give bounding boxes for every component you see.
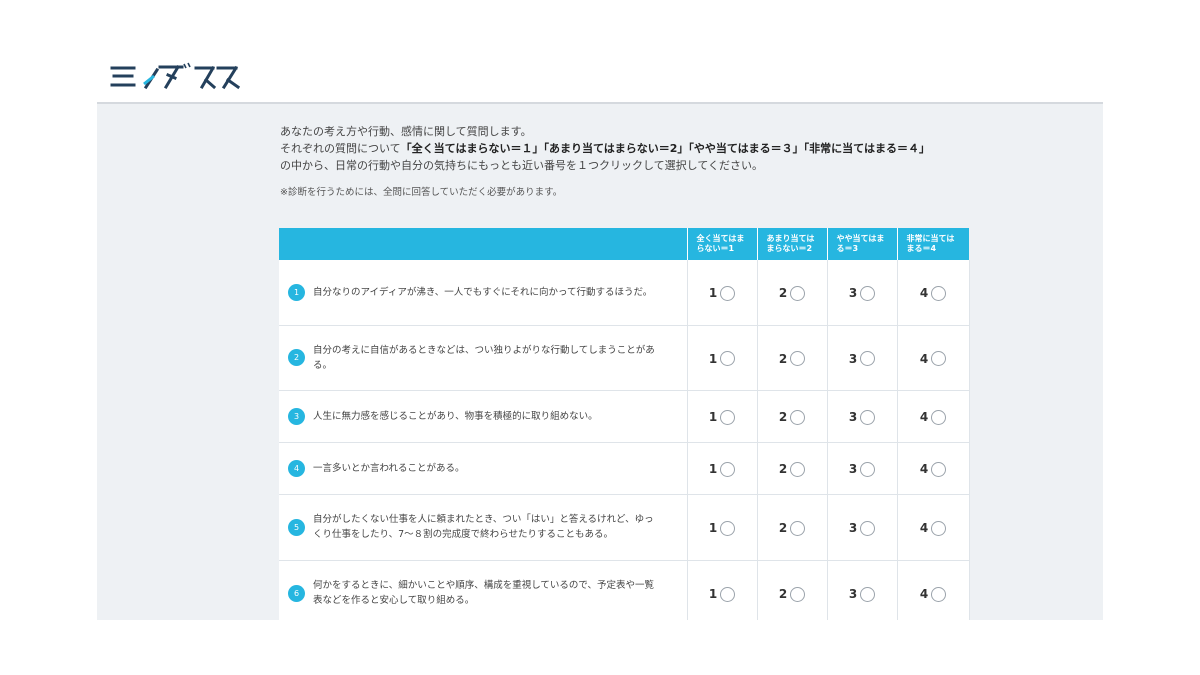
instruction-line-1: あなたの考え方や行動、感情に関して質問します。 (280, 125, 532, 138)
answer-option-1[interactable]: 1 (687, 390, 758, 443)
question-number-badge: 4 (288, 459, 305, 477)
question-cell: 1 自分なりのアイディアが沸き、一人でもすぐにそれに向かって行動するほうだ。 (279, 260, 688, 326)
radio-button[interactable] (860, 461, 876, 477)
radio-button[interactable] (790, 409, 806, 425)
table-row: 1 自分なりのアイディアが沸き、一人でもすぐにそれに向かって行動するほうだ。 1 … (279, 260, 970, 326)
question-number-badge: 2 (288, 349, 305, 366)
radio-button[interactable] (931, 285, 947, 301)
answer-option-4[interactable]: 4 (897, 325, 970, 391)
answer-option-1[interactable]: 1 (687, 494, 758, 561)
answer-option-3[interactable]: 3 (827, 494, 898, 561)
radio-button[interactable] (720, 351, 736, 366)
question-text: 自分がしたくない仕事を人に頼まれたとき、つい「はい」と答えるけれど、ゆっくり仕事… (313, 514, 654, 540)
header-option-1: 全く当てはま らない＝1 (687, 228, 758, 260)
instruction-line-3: の中から、日常の行動や自分の気持ちにもっとも近い番号を１つクリックして選択してく… (280, 159, 764, 172)
radio-button[interactable] (931, 461, 947, 477)
question-text: 一言多いとか言われることがある。 (313, 462, 465, 474)
answer-option-2[interactable]: 2 (757, 494, 828, 561)
table-row: 5 自分がしたくない仕事を人に頼まれたとき、つい「はい」と答えるけれど、ゆっくり仕… (279, 494, 970, 561)
miidas-logo[interactable] (110, 62, 240, 90)
radio-button[interactable] (860, 285, 876, 301)
table-row: 2 自分の考えに自信があるときなどは、つい独りよがりな行動してしまうことがある。 … (279, 325, 970, 391)
question-cell: 3 人生に無力感を感じることがあり、物事を積極的に取り組めない。 (279, 390, 688, 443)
radio-button[interactable] (790, 285, 806, 301)
header-option-4: 非常に当ては まる＝4 (897, 228, 969, 260)
radio-button[interactable] (931, 409, 947, 425)
questionnaire-panel: あなたの考え方や行動、感情に関して質問します。 それぞれの質問について「全く当て… (97, 104, 1103, 620)
radio-button[interactable] (790, 351, 806, 366)
answer-option-4[interactable]: 4 (897, 390, 970, 443)
instruction-prefix: それぞれの質問について (280, 142, 401, 155)
question-number-badge: 6 (288, 584, 305, 602)
answer-option-2[interactable]: 2 (757, 260, 828, 326)
header (97, 0, 1103, 104)
radio-button[interactable] (860, 351, 876, 366)
instructions: あなたの考え方や行動、感情に関して質問します。 それぞれの質問について「全く当て… (280, 123, 1000, 174)
radio-button[interactable] (931, 520, 947, 536)
answer-option-3[interactable]: 3 (827, 560, 898, 620)
answer-option-3[interactable]: 3 (827, 260, 898, 326)
radio-button[interactable] (931, 351, 947, 366)
header-question (279, 228, 688, 260)
answer-option-2[interactable]: 2 (757, 325, 828, 391)
radio-button[interactable] (860, 520, 876, 536)
radio-button[interactable] (720, 285, 736, 301)
answer-scale: 「全く当てはまらない＝１」「あまり当てはまらない＝2」「やや当てはまる＝３」「非… (400, 142, 930, 155)
required-note: ※診断を行うためには、全問に回答していただく必要があります。 (280, 187, 563, 198)
answer-option-1[interactable]: 1 (687, 325, 758, 391)
answer-option-2[interactable]: 2 (757, 390, 828, 443)
radio-button[interactable] (790, 586, 806, 602)
answer-option-3[interactable]: 3 (827, 390, 898, 443)
question-number-badge: 1 (288, 283, 305, 301)
answer-option-3[interactable]: 3 (827, 442, 898, 495)
question-text: 自分の考えに自信があるときなどは、つい独りよがりな行動してしまうことがある。 (313, 344, 655, 371)
radio-button[interactable] (720, 461, 736, 477)
question-table: 全く当てはま らない＝1 あまり当ては まらない＝2 やや当てはま る＝3 非常に当て… (279, 228, 970, 620)
question-cell: 6 何かをするときに、細かいことや順序、構成を重視しているので、予定表や一覧表など… (279, 560, 688, 620)
table-row: 6 何かをするときに、細かいことや順序、構成を重視しているので、予定表や一覧表など… (279, 560, 970, 620)
radio-button[interactable] (720, 409, 736, 425)
radio-button[interactable] (720, 586, 736, 602)
question-text: 何かをするときに、細かいことや順序、構成を重視しているので、予定表や一覧表などを… (313, 580, 655, 606)
question-cell: 2 自分の考えに自信があるときなどは、つい独りよがりな行動してしまうことがある。 (279, 325, 688, 391)
answer-option-1[interactable]: 1 (687, 442, 758, 495)
radio-button[interactable] (790, 461, 806, 477)
answer-option-1[interactable]: 1 (687, 260, 758, 326)
table-row: 4 一言多いとか言われることがある。 1 2 3 4 (279, 442, 970, 495)
answer-option-1[interactable]: 1 (687, 560, 758, 620)
answer-option-4[interactable]: 4 (897, 442, 970, 495)
question-number-badge: 3 (288, 407, 305, 425)
question-text: 人生に無力感を感じることがあり、物事を積極的に取り組めない。 (313, 410, 598, 422)
radio-button[interactable] (790, 520, 806, 536)
instruction-line-2: それぞれの質問について「全く当てはまらない＝１」「あまり当てはまらない＝2」「や… (280, 140, 1000, 157)
radio-button[interactable] (860, 586, 876, 602)
header-option-2: あまり当ては まらない＝2 (757, 228, 828, 260)
header-option-3: やや当てはま る＝3 (827, 228, 898, 260)
answer-option-4[interactable]: 4 (897, 260, 970, 326)
answer-option-2[interactable]: 2 (757, 442, 828, 495)
answer-option-4[interactable]: 4 (897, 494, 970, 561)
answer-option-3[interactable]: 3 (827, 325, 898, 391)
radio-button[interactable] (720, 520, 736, 536)
table-row: 3 人生に無力感を感じることがあり、物事を積極的に取り組めない。 1 2 3 4 (279, 390, 970, 443)
table-header-row: 全く当てはま らない＝1 あまり当ては まらない＝2 やや当てはま る＝3 非常に当て… (279, 228, 969, 260)
question-number-badge: 5 (288, 518, 305, 536)
question-cell: 4 一言多いとか言われることがある。 (279, 442, 688, 495)
answer-option-4[interactable]: 4 (897, 560, 970, 620)
radio-button[interactable] (931, 586, 947, 602)
radio-button[interactable] (860, 409, 876, 425)
question-text: 自分なりのアイディアが沸き、一人でもすぐにそれに向かって行動するほうだ。 (313, 286, 653, 298)
answer-option-2[interactable]: 2 (757, 560, 828, 620)
question-cell: 5 自分がしたくない仕事を人に頼まれたとき、つい「はい」と答えるけれど、ゆっくり仕… (279, 494, 688, 561)
